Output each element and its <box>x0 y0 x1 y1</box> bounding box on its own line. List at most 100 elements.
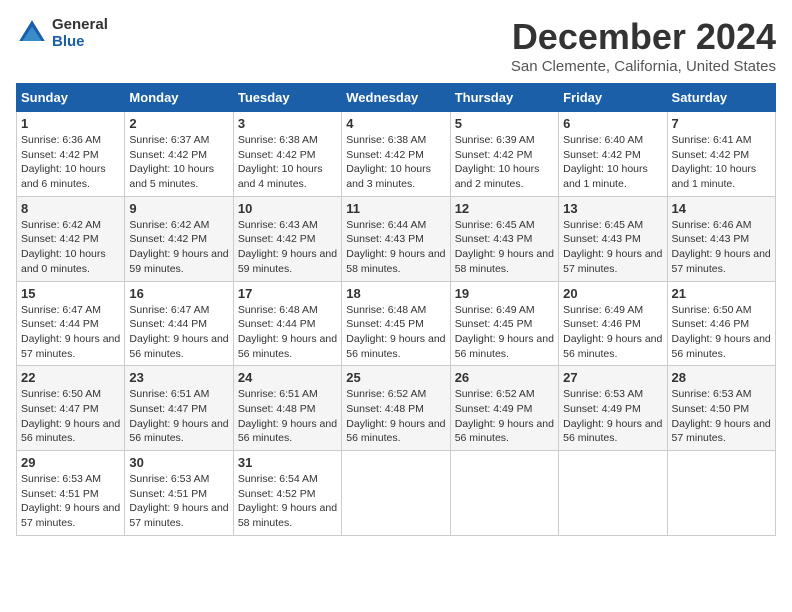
day-details: Sunrise: 6:38 AMSunset: 4:42 PMDaylight:… <box>346 133 445 192</box>
day-details: Sunrise: 6:40 AMSunset: 4:42 PMDaylight:… <box>563 133 662 192</box>
day-details: Sunrise: 6:43 AMSunset: 4:42 PMDaylight:… <box>238 218 337 277</box>
day-cell: 27Sunrise: 6:53 AMSunset: 4:49 PMDayligh… <box>559 366 667 451</box>
day-number: 18 <box>346 286 445 301</box>
day-details: Sunrise: 6:51 AMSunset: 4:47 PMDaylight:… <box>129 387 228 446</box>
logo-icon <box>16 17 48 49</box>
day-number: 16 <box>129 286 228 301</box>
day-cell <box>667 451 775 536</box>
day-cell: 4 Sunrise: 6:38 AMSunset: 4:42 PMDaylight… <box>342 112 450 197</box>
day-details: Sunrise: 6:50 AMSunset: 4:47 PMDaylight:… <box>21 387 120 446</box>
day-cell: 12 Sunrise: 6:45 AMSunset: 4:43 PMDayligh… <box>450 196 558 281</box>
calendar-table: SundayMondayTuesdayWednesdayThursdayFrid… <box>16 83 776 536</box>
day-cell: 9 Sunrise: 6:42 AMSunset: 4:42 PMDaylight… <box>125 196 233 281</box>
day-details: Sunrise: 6:52 AMSunset: 4:48 PMDaylight:… <box>346 387 445 446</box>
col-header-thursday: Thursday <box>450 84 558 112</box>
day-cell <box>559 451 667 536</box>
day-details: Sunrise: 6:50 AMSunset: 4:46 PMDaylight:… <box>672 303 771 362</box>
header-row: SundayMondayTuesdayWednesdayThursdayFrid… <box>17 84 776 112</box>
day-cell: 1 Sunrise: 6:36 AMSunset: 4:42 PMDaylight… <box>17 112 125 197</box>
day-number: 5 <box>455 116 554 131</box>
calendar-title: December 2024 <box>511 16 776 58</box>
day-cell: 7Sunrise: 6:41 AMSunset: 4:42 PMDaylight… <box>667 112 775 197</box>
day-details: Sunrise: 6:48 AMSunset: 4:45 PMDaylight:… <box>346 303 445 362</box>
week-row-2: 8 Sunrise: 6:42 AMSunset: 4:42 PMDaylight… <box>17 196 776 281</box>
day-cell: 8Sunrise: 6:42 AMSunset: 4:42 PMDaylight… <box>17 196 125 281</box>
col-header-tuesday: Tuesday <box>233 84 341 112</box>
day-details: Sunrise: 6:52 AMSunset: 4:49 PMDaylight:… <box>455 387 554 446</box>
day-details: Sunrise: 6:42 AMSunset: 4:42 PMDaylight:… <box>129 218 228 277</box>
week-row-1: 1 Sunrise: 6:36 AMSunset: 4:42 PMDaylight… <box>17 112 776 197</box>
day-number: 25 <box>346 370 445 385</box>
day-number: 13 <box>563 201 662 216</box>
day-cell: 22 Sunrise: 6:50 AMSunset: 4:47 PMDayligh… <box>17 366 125 451</box>
calendar-subtitle: San Clemente, California, United States <box>511 58 776 75</box>
day-cell: 18 Sunrise: 6:48 AMSunset: 4:45 PMDayligh… <box>342 281 450 366</box>
day-details: Sunrise: 6:45 AMSunset: 4:43 PMDaylight:… <box>563 218 662 277</box>
day-number: 10 <box>238 201 337 216</box>
page-header: General Blue December 2024 San Clemente,… <box>16 16 776 75</box>
day-cell: 21 Sunrise: 6:50 AMSunset: 4:46 PMDayligh… <box>667 281 775 366</box>
day-number: 11 <box>346 201 445 216</box>
day-cell: 25 Sunrise: 6:52 AMSunset: 4:48 PMDayligh… <box>342 366 450 451</box>
day-cell: 30 Sunrise: 6:53 AMSunset: 4:51 PMDayligh… <box>125 451 233 536</box>
day-number: 4 <box>346 116 445 131</box>
day-number: 20 <box>563 286 662 301</box>
day-cell: 31 Sunrise: 6:54 AMSunset: 4:52 PMDayligh… <box>233 451 341 536</box>
day-details: Sunrise: 6:53 AMSunset: 4:49 PMDaylight:… <box>563 387 662 446</box>
day-number: 31 <box>238 455 337 470</box>
day-details: Sunrise: 6:46 AMSunset: 4:43 PMDaylight:… <box>672 218 771 277</box>
day-cell: 5Sunrise: 6:39 AMSunset: 4:42 PMDaylight… <box>450 112 558 197</box>
col-header-saturday: Saturday <box>667 84 775 112</box>
day-number: 2 <box>129 116 228 131</box>
day-details: Sunrise: 6:49 AMSunset: 4:46 PMDaylight:… <box>563 303 662 362</box>
day-number: 3 <box>238 116 337 131</box>
day-cell: 29Sunrise: 6:53 AMSunset: 4:51 PMDayligh… <box>17 451 125 536</box>
day-cell: 14Sunrise: 6:46 AMSunset: 4:43 PMDayligh… <box>667 196 775 281</box>
day-cell: 20 Sunrise: 6:49 AMSunset: 4:46 PMDayligh… <box>559 281 667 366</box>
day-details: Sunrise: 6:48 AMSunset: 4:44 PMDaylight:… <box>238 303 337 362</box>
day-details: Sunrise: 6:47 AMSunset: 4:44 PMDaylight:… <box>129 303 228 362</box>
day-cell: 11 Sunrise: 6:44 AMSunset: 4:43 PMDayligh… <box>342 196 450 281</box>
day-details: Sunrise: 6:53 AMSunset: 4:50 PMDaylight:… <box>672 387 771 446</box>
day-cell: 3 Sunrise: 6:38 AMSunset: 4:42 PMDaylight… <box>233 112 341 197</box>
day-number: 28 <box>672 370 771 385</box>
day-details: Sunrise: 6:36 AMSunset: 4:42 PMDaylight:… <box>21 133 120 192</box>
week-row-4: 22 Sunrise: 6:50 AMSunset: 4:47 PMDayligh… <box>17 366 776 451</box>
day-cell: 10 Sunrise: 6:43 AMSunset: 4:42 PMDayligh… <box>233 196 341 281</box>
logo-text: General Blue <box>52 16 108 50</box>
day-number: 8 <box>21 201 120 216</box>
logo: General Blue <box>16 16 108 50</box>
day-number: 19 <box>455 286 554 301</box>
day-number: 30 <box>129 455 228 470</box>
day-cell: 17 Sunrise: 6:48 AMSunset: 4:44 PMDayligh… <box>233 281 341 366</box>
day-details: Sunrise: 6:49 AMSunset: 4:45 PMDaylight:… <box>455 303 554 362</box>
day-number: 24 <box>238 370 337 385</box>
day-details: Sunrise: 6:44 AMSunset: 4:43 PMDaylight:… <box>346 218 445 277</box>
day-cell: 2Sunrise: 6:37 AMSunset: 4:42 PMDaylight… <box>125 112 233 197</box>
day-number: 26 <box>455 370 554 385</box>
day-cell: 16 Sunrise: 6:47 AMSunset: 4:44 PMDayligh… <box>125 281 233 366</box>
day-number: 9 <box>129 201 228 216</box>
day-details: Sunrise: 6:38 AMSunset: 4:42 PMDaylight:… <box>238 133 337 192</box>
day-cell: 15Sunrise: 6:47 AMSunset: 4:44 PMDayligh… <box>17 281 125 366</box>
day-cell: 23Sunrise: 6:51 AMSunset: 4:47 PMDayligh… <box>125 366 233 451</box>
day-number: 22 <box>21 370 120 385</box>
day-number: 1 <box>21 116 120 131</box>
day-number: 17 <box>238 286 337 301</box>
day-number: 21 <box>672 286 771 301</box>
day-details: Sunrise: 6:54 AMSunset: 4:52 PMDaylight:… <box>238 472 337 531</box>
day-cell: 26 Sunrise: 6:52 AMSunset: 4:49 PMDayligh… <box>450 366 558 451</box>
week-row-5: 29 Sunrise: 6:53 AMSunset: 4:51 PMDayligh… <box>17 451 776 536</box>
col-header-sunday: Sunday <box>17 84 125 112</box>
day-number: 12 <box>455 201 554 216</box>
col-header-wednesday: Wednesday <box>342 84 450 112</box>
day-details: Sunrise: 6:53 AMSunset: 4:51 PMDaylight:… <box>129 472 228 531</box>
day-details: Sunrise: 6:41 AMSunset: 4:42 PMDaylight:… <box>672 133 771 192</box>
day-cell: 13 Sunrise: 6:45 AMSunset: 4:43 PMDayligh… <box>559 196 667 281</box>
week-row-3: 15 Sunrise: 6:47 AMSunset: 4:44 PMDayligh… <box>17 281 776 366</box>
day-number: 29 <box>21 455 120 470</box>
day-details: Sunrise: 6:45 AMSunset: 4:43 PMDaylight:… <box>455 218 554 277</box>
title-area: December 2024 San Clemente, California, … <box>511 16 776 75</box>
day-details: Sunrise: 6:51 AMSunset: 4:48 PMDaylight:… <box>238 387 337 446</box>
day-number: 15 <box>21 286 120 301</box>
